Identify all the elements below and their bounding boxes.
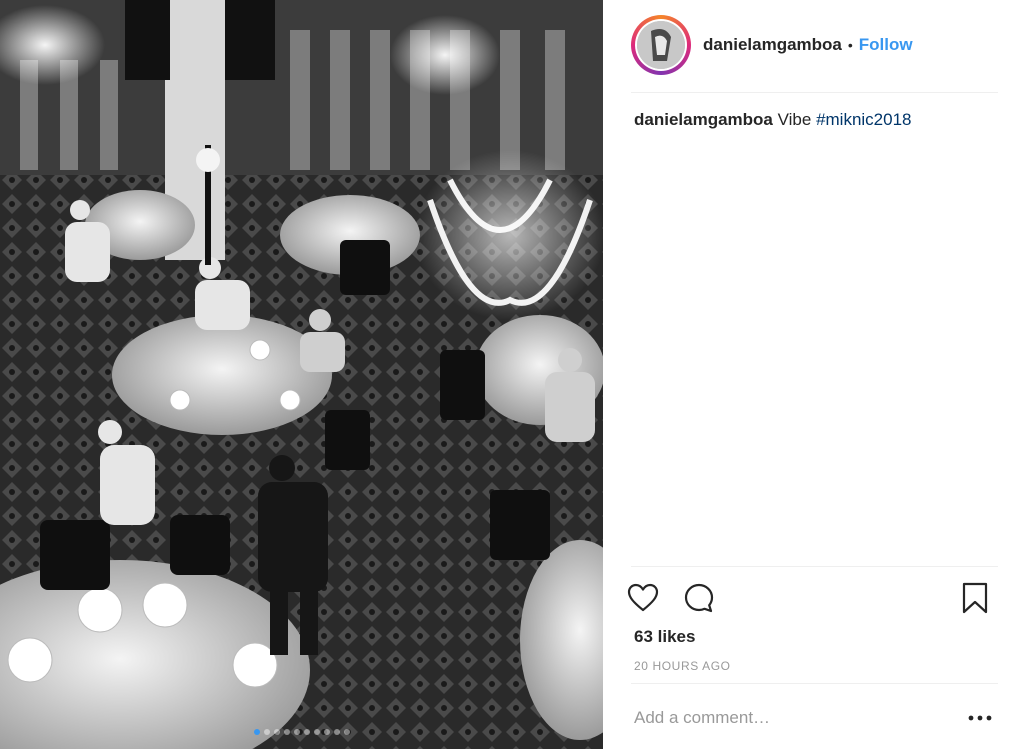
post-timestamp: 20 HOURS AGO	[634, 659, 731, 673]
caption-hashtag[interactable]: #miknic2018	[816, 110, 911, 129]
post-caption: danielamgamboa Vibe #miknic2018	[634, 109, 994, 131]
carousel-dot[interactable]	[283, 729, 290, 735]
likes-count[interactable]: 63 likes	[634, 627, 695, 647]
banquet-hall-photo	[0, 0, 603, 749]
speech-bubble-icon	[684, 583, 714, 613]
avatar[interactable]	[635, 19, 687, 71]
avatar-image	[637, 21, 685, 69]
more-options-button[interactable]	[966, 708, 994, 728]
bookmark-outline-icon	[962, 582, 988, 614]
carousel-dot[interactable]	[333, 729, 340, 735]
heart-outline-icon	[627, 583, 659, 612]
carousel-dot[interactable]	[313, 729, 320, 735]
header-divider	[631, 92, 998, 93]
post-sidebar: danielamgamboa • Follow danielamgamboa V…	[603, 0, 1024, 749]
post-actions	[625, 580, 995, 616]
comment-form	[634, 700, 994, 736]
comment-input[interactable]	[634, 708, 934, 728]
carousel-dot[interactable]	[303, 729, 310, 735]
separator-dot: •	[847, 37, 853, 53]
comment-divider	[631, 683, 998, 684]
story-ring[interactable]	[631, 15, 691, 75]
like-button[interactable]	[625, 580, 661, 616]
ellipsis-icon	[968, 715, 992, 721]
caption-username[interactable]: danielamgamboa	[634, 110, 773, 129]
post-photo[interactable]	[0, 0, 603, 749]
post-username[interactable]: danielamgamboa	[703, 35, 842, 55]
instagram-post: danielamgamboa • Follow danielamgamboa V…	[0, 0, 1024, 749]
save-button[interactable]	[957, 580, 993, 616]
carousel-indicator	[0, 729, 603, 735]
caption-text: Vibe	[777, 110, 812, 129]
carousel-dot[interactable]	[273, 729, 280, 735]
post-header: danielamgamboa • Follow	[631, 14, 998, 76]
actions-divider	[631, 566, 998, 567]
follow-button[interactable]: Follow	[859, 35, 913, 55]
carousel-dot[interactable]	[253, 729, 260, 735]
carousel-dot[interactable]	[293, 729, 300, 735]
carousel-dot[interactable]	[323, 729, 330, 735]
carousel-dot[interactable]	[343, 729, 350, 735]
carousel-dot[interactable]	[263, 729, 270, 735]
comment-button[interactable]	[681, 580, 717, 616]
